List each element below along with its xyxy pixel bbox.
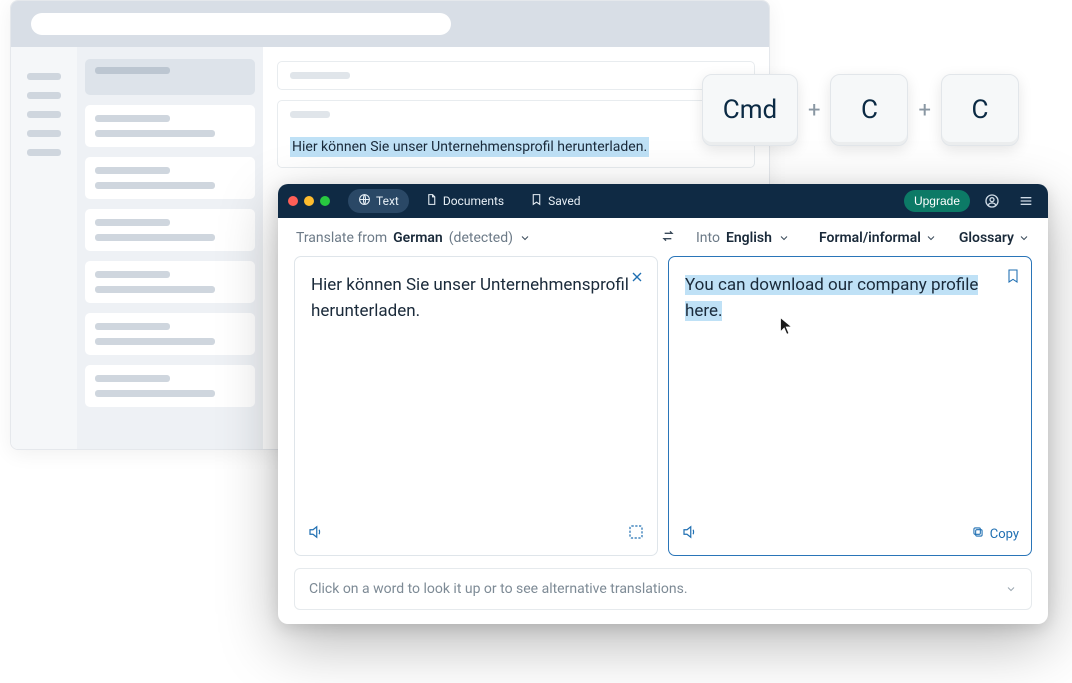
copy-icon — [971, 525, 985, 543]
detected-label: (detected) — [449, 230, 513, 246]
speaker-icon[interactable] — [681, 523, 699, 545]
window-controls[interactable] — [288, 196, 330, 206]
target-panel[interactable]: You can download our company profile her… — [668, 256, 1032, 556]
translate-from-label: Translate from — [296, 230, 387, 246]
copy-button[interactable]: Copy — [971, 525, 1019, 543]
chevron-down-icon[interactable] — [1005, 583, 1017, 595]
chevron-down-icon — [1018, 232, 1030, 244]
titlebar: Text Documents Saved Upgrade — [278, 184, 1048, 218]
source-highlighted-text[interactable]: Hier können Sie unser Unternehmensprofil… — [290, 137, 649, 157]
expand-icon[interactable] — [627, 523, 645, 545]
chevron-down-icon[interactable] — [519, 232, 531, 244]
tab-saved-label: Saved — [548, 194, 580, 208]
translator-window: Text Documents Saved Upgrade Translate f… — [278, 184, 1048, 624]
plus-sign: + — [918, 98, 930, 123]
formality-dropdown[interactable]: Formal/informal — [819, 230, 937, 246]
tab-text[interactable]: Text — [348, 189, 409, 213]
browser-rail — [11, 47, 77, 449]
into-label: Into — [696, 230, 720, 246]
target-text[interactable]: You can download our company profile her… — [685, 273, 1015, 324]
minimize-dot[interactable] — [304, 196, 314, 206]
cursor-icon — [779, 317, 793, 339]
glossary-dropdown[interactable]: Glossary — [959, 230, 1030, 246]
target-language[interactable]: English — [726, 230, 772, 246]
source-text[interactable]: Hier können Sie unser Unternehmensprofil… — [311, 273, 641, 324]
hint-bar[interactable]: Click on a word to look it up or to see … — [294, 568, 1032, 610]
plus-sign: + — [808, 98, 820, 123]
formality-label: Formal/informal — [819, 230, 921, 246]
menu-icon[interactable] — [1014, 189, 1038, 213]
swap-languages-icon[interactable] — [660, 228, 676, 248]
source-panel[interactable]: Hier können Sie unser Unternehmensprofil… — [294, 256, 658, 556]
key-cmd: Cmd — [702, 74, 798, 146]
close-dot[interactable] — [288, 196, 298, 206]
hint-text: Click on a word to look it up or to see … — [309, 581, 688, 597]
speaker-icon[interactable] — [307, 523, 325, 545]
clear-source-button[interactable] — [627, 267, 647, 287]
tab-documents-label: Documents — [443, 194, 504, 208]
bookmark-button[interactable] — [1005, 267, 1021, 289]
bookmark-icon — [530, 193, 543, 209]
source-language[interactable]: German — [393, 230, 443, 246]
glossary-label: Glossary — [959, 230, 1014, 246]
chevron-down-icon[interactable] — [778, 232, 790, 244]
browser-sidebar — [77, 47, 263, 449]
tab-text-label: Text — [376, 194, 399, 208]
key-c-1: C — [830, 74, 908, 146]
upgrade-button[interactable]: Upgrade — [904, 190, 970, 212]
maximize-dot[interactable] — [320, 196, 330, 206]
browser-toolbar — [11, 1, 769, 47]
tab-saved[interactable]: Saved — [520, 189, 590, 213]
account-icon[interactable] — [980, 189, 1004, 213]
document-icon — [425, 193, 438, 209]
keyboard-shortcut: Cmd + C + C — [702, 74, 1019, 146]
tab-documents[interactable]: Documents — [415, 189, 514, 213]
key-c-2: C — [941, 74, 1019, 146]
globe-icon — [358, 193, 371, 209]
options-bar: Translate from German (detected) Into En… — [278, 218, 1048, 256]
chevron-down-icon — [925, 232, 937, 244]
copy-label: Copy — [990, 527, 1019, 542]
browser-url-bar[interactable] — [31, 13, 451, 35]
